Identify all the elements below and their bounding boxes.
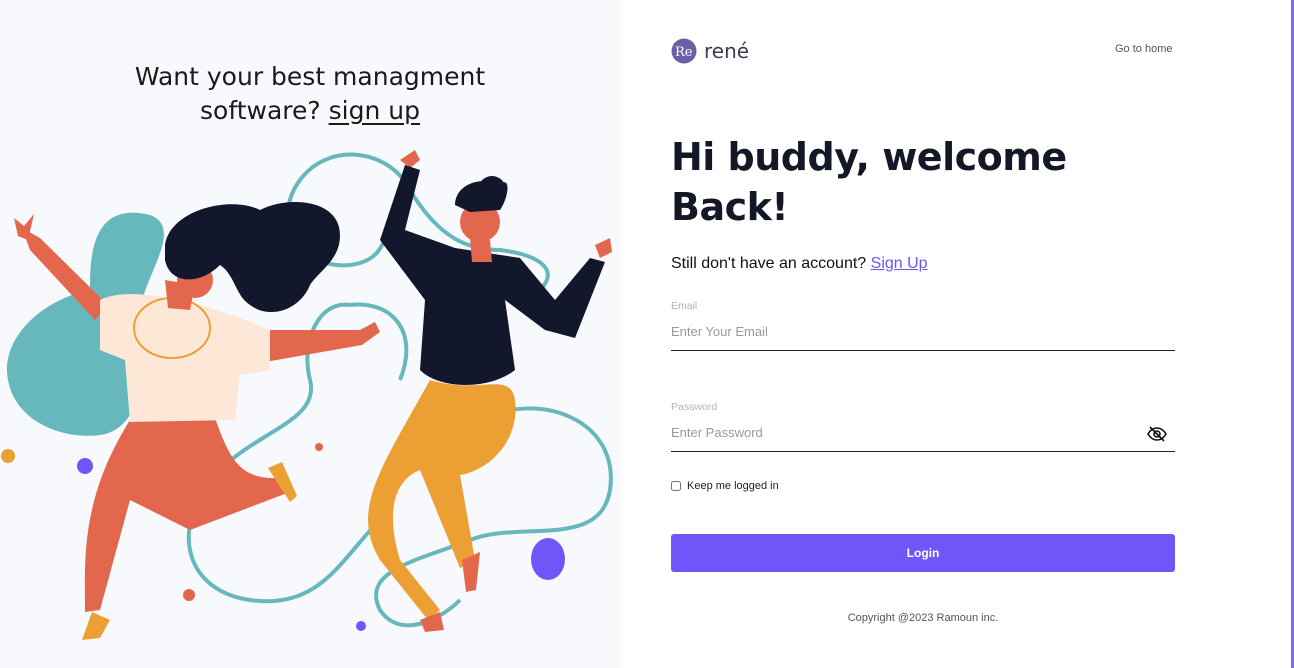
logo-monogram: Re (675, 45, 693, 60)
promo-signup-link[interactable]: sign up (329, 96, 420, 125)
email-field-group: Email (671, 300, 1175, 351)
signup-prompt-text: Still don't have an account? (671, 255, 867, 272)
illustration-panel: Want your best managment software? sign … (0, 0, 620, 668)
login-button[interactable]: Login (671, 534, 1175, 572)
password-label: Password (671, 401, 718, 413)
go-to-home-link[interactable]: Go to home (1115, 43, 1172, 55)
welcome-heading: Hi buddy, welcome Back! (671, 132, 1111, 232)
eye-off-icon[interactable] (1147, 426, 1167, 447)
rene-logo-icon: Re (671, 38, 697, 64)
welcome-line-2: Back! (671, 185, 789, 229)
welcome-line-1: Hi buddy, welcome (671, 135, 1067, 179)
email-input[interactable] (671, 314, 1175, 351)
signup-prompt: Still don't have an account? Sign Up (671, 255, 928, 273)
password-input[interactable] (671, 415, 1175, 452)
email-label: Email (671, 300, 698, 312)
copyright-text: Copyright @2023 Ramoun inc. (847, 612, 999, 624)
brand[interactable]: Re rené (671, 38, 749, 64)
login-panel: Re rené Go to home Hi buddy, welcome Bac… (620, 0, 1294, 668)
remember-me[interactable]: Keep me logged in (671, 480, 779, 492)
promo-text: Want your best managment software? sign … (0, 60, 620, 128)
remember-me-checkbox[interactable] (671, 481, 681, 491)
promo-line-1: Want your best managment (134, 62, 486, 91)
brand-name: rené (704, 39, 750, 63)
remember-me-label: Keep me logged in (687, 480, 779, 492)
promo-line-2-prefix: software? (200, 96, 321, 125)
signup-link[interactable]: Sign Up (871, 255, 928, 272)
password-field-group: Password (671, 401, 1175, 452)
